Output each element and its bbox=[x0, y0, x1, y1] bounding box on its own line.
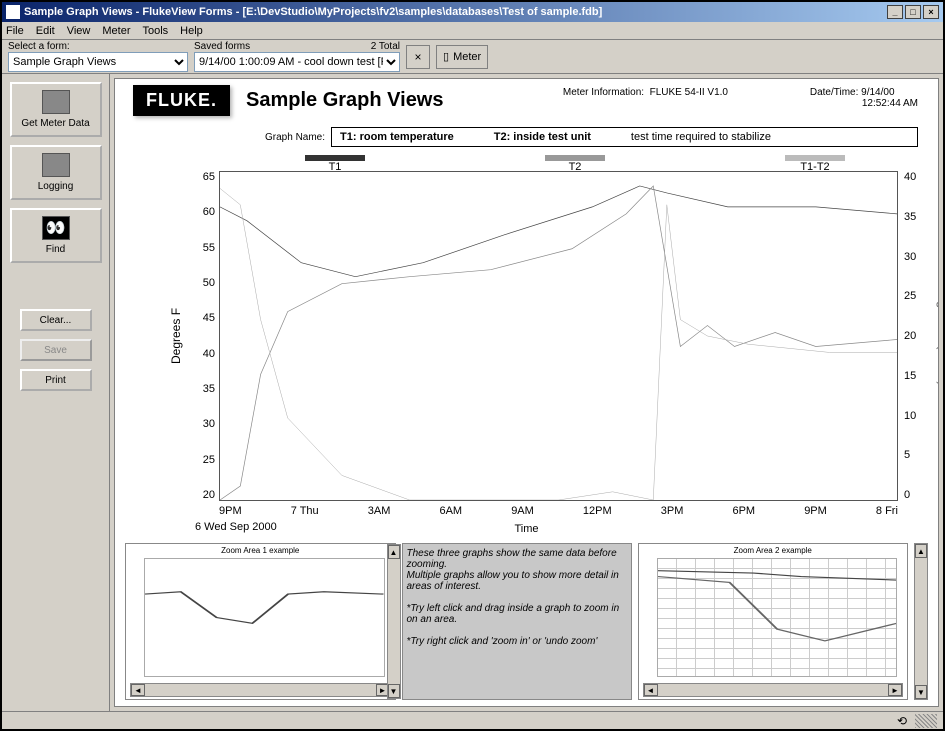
resize-grip[interactable] bbox=[915, 714, 937, 728]
minimize-button[interactable]: _ bbox=[887, 5, 903, 19]
zoom1-hscroll[interactable]: ◄► bbox=[130, 683, 391, 697]
zoom1-plot bbox=[144, 558, 385, 677]
menu-file[interactable]: File bbox=[6, 25, 24, 37]
main-chart[interactable] bbox=[219, 171, 898, 501]
form-canvas: FLUKE. Sample Graph Views Meter Informat… bbox=[114, 78, 939, 707]
window-title: Sample Graph Views - FlukeView Forms - [… bbox=[24, 6, 885, 18]
zoom-area-1[interactable]: Zoom Area 1 example ◄► bbox=[125, 543, 396, 700]
main-body: Get Meter Data Logging 👀 Find Clear... S… bbox=[2, 74, 943, 711]
menu-view[interactable]: View bbox=[67, 25, 91, 37]
form-select[interactable]: Sample Graph Views bbox=[8, 52, 188, 72]
app-icon bbox=[6, 5, 20, 19]
fluke-logo: FLUKE. bbox=[133, 85, 230, 116]
app-window: Sample Graph Views - FlukeView Forms - [… bbox=[0, 0, 945, 731]
title-bar: Sample Graph Views - FlukeView Forms - [… bbox=[2, 2, 943, 22]
graph-name-label: Graph Name: bbox=[265, 132, 325, 143]
clear-button[interactable]: Clear... bbox=[20, 309, 92, 331]
menu-help[interactable]: Help bbox=[180, 25, 203, 37]
get-meter-data-button[interactable]: Get Meter Data bbox=[10, 82, 102, 137]
y-axis-right-title: Degrees F (T1-T2) bbox=[936, 171, 939, 501]
meter-icon: ▯ bbox=[443, 50, 449, 63]
meter-data-icon bbox=[42, 90, 70, 114]
save-button[interactable]: Save bbox=[20, 339, 92, 361]
menu-bar: File Edit View Meter Tools Help bbox=[2, 22, 943, 40]
graph-name-row: Graph Name: T1: room temperature T2: ins… bbox=[265, 127, 918, 147]
graph-name-field[interactable]: T1: room temperature T2: inside test uni… bbox=[331, 127, 918, 147]
saved-forms-select[interactable]: 9/14/00 1:00:09 AM - cool down test [Flu… bbox=[194, 52, 400, 72]
right-vscroll[interactable]: ▲ ▼ bbox=[914, 543, 928, 700]
y-axis-left-ticks: 65605550454035302520 bbox=[193, 171, 215, 501]
status-icon: ⟲ bbox=[897, 714, 907, 728]
maximize-button[interactable]: □ bbox=[905, 5, 921, 19]
menu-edit[interactable]: Edit bbox=[36, 25, 55, 37]
zoom-area-2[interactable]: Zoom Area 2 example ◄► bbox=[638, 543, 909, 700]
meter-info: Meter Information: FLUKE 54-II V1.0 bbox=[563, 87, 728, 98]
logging-icon bbox=[42, 153, 70, 177]
zoom1-title: Zoom Area 1 example bbox=[126, 546, 395, 555]
saved-forms-label: Saved forms bbox=[194, 41, 250, 52]
delete-button[interactable]: × bbox=[406, 45, 430, 69]
x-axis-ticks: 9PM7 Thu3AM6AM9AM12PM3PM6PM9PM8 Fri bbox=[219, 505, 898, 517]
y-axis-right-ticks: 4035302520151050 bbox=[904, 171, 926, 501]
zoom2-hscroll[interactable]: ◄► bbox=[643, 683, 904, 697]
total-label: 2 Total bbox=[371, 41, 400, 52]
binoculars-icon: 👀 bbox=[42, 216, 70, 240]
x-axis-title: Time bbox=[115, 523, 938, 535]
logging-button[interactable]: Logging bbox=[10, 145, 102, 200]
find-button[interactable]: 👀 Find bbox=[10, 208, 102, 263]
menu-tools[interactable]: Tools bbox=[142, 25, 168, 37]
help-text: ▲▼ These three graphs show the same data… bbox=[402, 543, 632, 700]
bottom-row: Zoom Area 1 example ◄► ▲▼ These three gr… bbox=[125, 543, 928, 700]
meter-button[interactable]: ▯ Meter bbox=[436, 45, 488, 69]
select-form-label: Select a form: bbox=[8, 41, 188, 52]
help-vscroll[interactable]: ▲▼ bbox=[387, 544, 401, 699]
date-time: Date/Time: 9/14/00 12:52:44 AM bbox=[810, 87, 918, 109]
zoom2-plot bbox=[657, 558, 898, 677]
menu-meter[interactable]: Meter bbox=[102, 25, 130, 37]
sidebar: Get Meter Data Logging 👀 Find Clear... S… bbox=[2, 74, 110, 711]
tool-bar: Select a form: Sample Graph Views Saved … bbox=[2, 40, 943, 74]
zoom2-title: Zoom Area 2 example bbox=[639, 546, 908, 555]
print-button[interactable]: Print bbox=[20, 369, 92, 391]
close-button[interactable]: × bbox=[923, 5, 939, 19]
page-title: Sample Graph Views bbox=[246, 89, 444, 112]
status-bar: ⟲ bbox=[2, 711, 943, 729]
y-axis-left-title: Degrees F bbox=[169, 171, 183, 501]
